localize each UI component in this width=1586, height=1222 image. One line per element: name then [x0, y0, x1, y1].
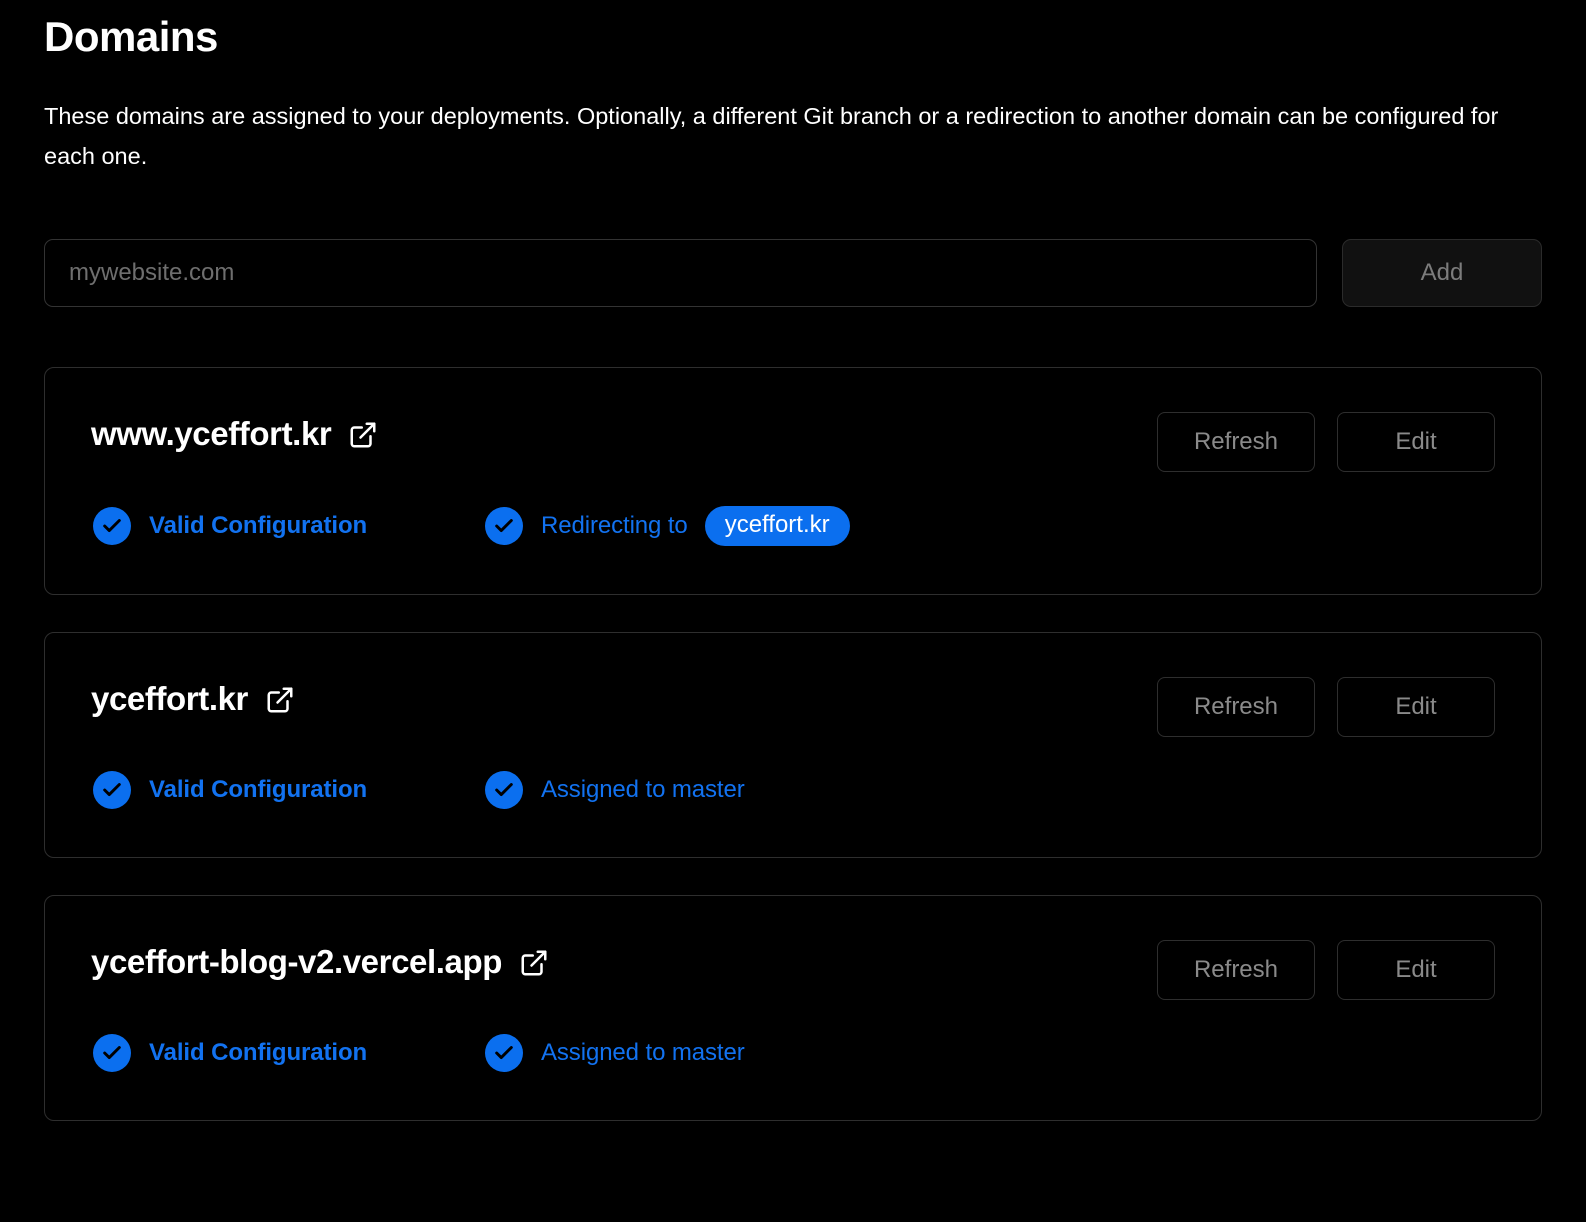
status-redirect: Redirecting to yceffort.kr: [485, 506, 850, 546]
redirect-target-badge: yceffort.kr: [705, 506, 850, 546]
domain-status-row: Valid Configuration Assigned to master: [91, 1034, 1495, 1072]
status-label: Valid Configuration: [149, 512, 367, 540]
status-label: Valid Configuration: [149, 1039, 367, 1067]
check-icon: [93, 507, 131, 545]
status-label: Valid Configuration: [149, 776, 367, 804]
add-domain-button[interactable]: Add: [1342, 239, 1542, 307]
domain-title-group: yceffort-blog-v2.vercel.app: [91, 944, 550, 980]
check-icon: [485, 1034, 523, 1072]
domain-card-actions: Refresh Edit: [1157, 677, 1495, 737]
domain-name: yceffort-blog-v2.vercel.app: [91, 944, 502, 980]
domain-status-row: Valid Configuration Redirecting to yceff…: [91, 506, 1495, 546]
check-icon: [485, 771, 523, 809]
domain-input[interactable]: [44, 239, 1317, 307]
page-title: Domains: [44, 0, 1542, 58]
domain-title-group: yceffort.kr: [91, 681, 296, 717]
check-icon: [93, 1034, 131, 1072]
status-label: Assigned to master: [541, 1039, 745, 1067]
domain-card-actions: Refresh Edit: [1157, 940, 1495, 1000]
edit-button[interactable]: Edit: [1337, 412, 1495, 472]
status-valid-configuration: Valid Configuration: [93, 507, 485, 545]
add-domain-form: Add: [44, 239, 1542, 307]
domain-card-header: yceffort.kr Refresh Edit: [91, 681, 1495, 737]
redirect-line: Redirecting to yceffort.kr: [541, 506, 850, 546]
status-branch-assignment: Assigned to master: [485, 771, 745, 809]
refresh-button[interactable]: Refresh: [1157, 677, 1315, 737]
edit-button[interactable]: Edit: [1337, 940, 1495, 1000]
domain-card-header: yceffort-blog-v2.vercel.app Refresh Edit: [91, 944, 1495, 1000]
domain-card: yceffort-blog-v2.vercel.app Refresh Edit: [44, 895, 1542, 1121]
domain-card: www.yceffort.kr Refresh Edit: [44, 367, 1542, 595]
domain-status-row: Valid Configuration Assigned to master: [91, 771, 1495, 809]
domains-page: Domains These domains are assigned to yo…: [0, 0, 1586, 1222]
status-branch-assignment: Assigned to master: [485, 1034, 745, 1072]
status-valid-configuration: Valid Configuration: [93, 1034, 485, 1072]
page-description: These domains are assigned to your deplo…: [44, 58, 1504, 177]
status-valid-configuration: Valid Configuration: [93, 771, 485, 809]
check-icon: [93, 771, 131, 809]
domain-list: www.yceffort.kr Refresh Edit: [44, 367, 1542, 1121]
external-link-icon[interactable]: [264, 684, 296, 716]
status-label: Redirecting to: [541, 512, 688, 540]
domain-card: yceffort.kr Refresh Edit: [44, 632, 1542, 858]
domain-card-header: www.yceffort.kr Refresh Edit: [91, 416, 1495, 472]
external-link-icon[interactable]: [347, 419, 379, 451]
status-label: Assigned to master: [541, 776, 745, 804]
refresh-button[interactable]: Refresh: [1157, 412, 1315, 472]
refresh-button[interactable]: Refresh: [1157, 940, 1315, 1000]
edit-button[interactable]: Edit: [1337, 677, 1495, 737]
domain-name: yceffort.kr: [91, 681, 248, 717]
check-icon: [485, 507, 523, 545]
domain-name: www.yceffort.kr: [91, 416, 331, 452]
domain-title-group: www.yceffort.kr: [91, 416, 379, 452]
external-link-icon[interactable]: [518, 947, 550, 979]
domain-card-actions: Refresh Edit: [1157, 412, 1495, 472]
